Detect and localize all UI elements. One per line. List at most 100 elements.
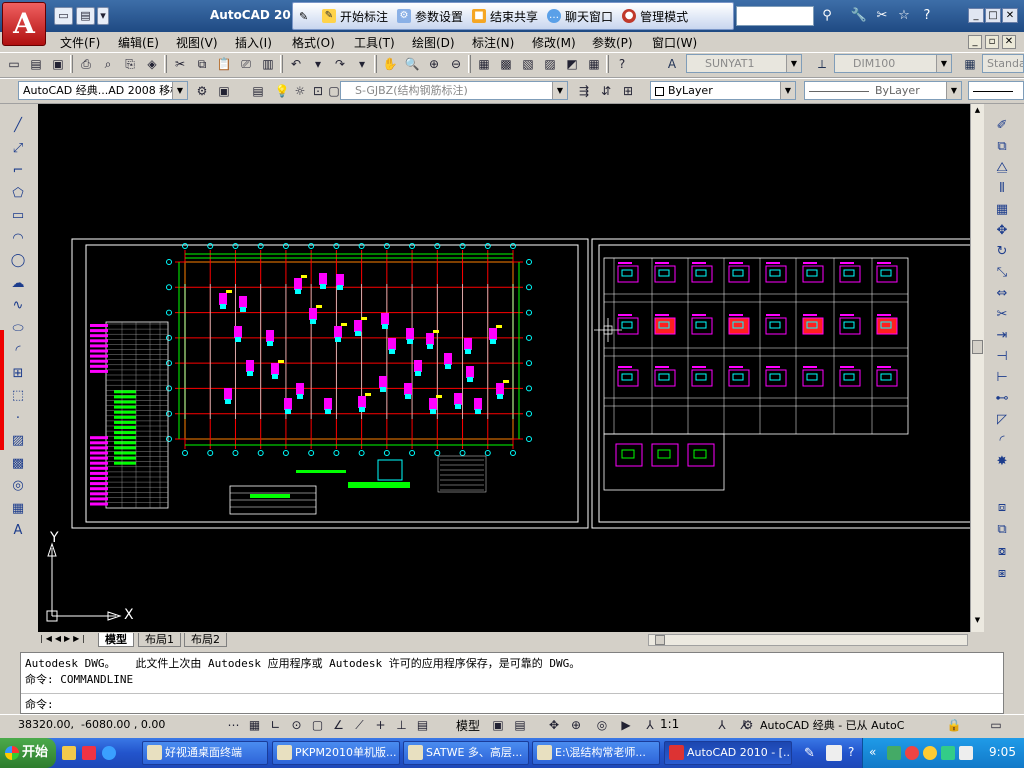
lineweight-combo[interactable] bbox=[968, 81, 1024, 100]
quick-view-icon[interactable]: ▤ bbox=[510, 715, 530, 735]
scale-icon[interactable]: ⤡ bbox=[992, 263, 1012, 283]
block-editor-icon[interactable]: ▥ bbox=[258, 54, 278, 74]
extend-icon[interactable]: ⇥ bbox=[992, 326, 1012, 346]
polar-icon[interactable]: ⊙ bbox=[287, 715, 306, 734]
scroll-up-icon[interactable]: ▲ bbox=[972, 106, 983, 118]
break-icon[interactable]: ⊢ bbox=[992, 368, 1012, 388]
hatch-icon[interactable]: ▨ bbox=[8, 431, 28, 451]
break-at-point-icon[interactable]: ⊣ bbox=[992, 347, 1012, 367]
chevron-down-icon[interactable]: ▼ bbox=[172, 82, 187, 99]
tray-icon[interactable] bbox=[941, 746, 955, 760]
workspace-settings-icon[interactable]: ⚙ bbox=[192, 81, 212, 101]
annotation-scale-icon[interactable]: ⅄ bbox=[640, 715, 660, 735]
layer-on-icon[interactable]: 💡 bbox=[272, 81, 292, 101]
plot-preview-icon[interactable]: ⌕ bbox=[98, 54, 118, 74]
dyn-icon[interactable]: + bbox=[371, 715, 390, 734]
properties-icon[interactable]: ▦ bbox=[474, 54, 494, 74]
tray-icon[interactable] bbox=[905, 746, 919, 760]
calculator-icon[interactable]: ▦ bbox=[584, 54, 604, 74]
save-icon[interactable]: ▣ bbox=[48, 54, 68, 74]
subscription-icon[interactable]: 🔧 bbox=[850, 7, 868, 25]
search-input[interactable] bbox=[736, 6, 814, 26]
sheet-set-icon[interactable]: ▨ bbox=[540, 54, 560, 74]
trim-icon[interactable]: ✂ bbox=[992, 305, 1012, 325]
menu-format[interactable]: 格式(O) bbox=[292, 34, 335, 51]
otrack-icon[interactable]: ∠ bbox=[329, 715, 348, 734]
tray-expand-icon[interactable]: « bbox=[869, 745, 876, 759]
chevron-down-icon[interactable]: ▼ bbox=[780, 82, 795, 99]
task-button[interactable]: E:\混结构常老师... bbox=[532, 741, 660, 765]
maximize-button[interactable]: □ bbox=[985, 8, 1001, 23]
linetype-combo[interactable]: ByLayer ▼ bbox=[804, 81, 962, 100]
fillet-icon[interactable]: ◜ bbox=[992, 431, 1012, 451]
task-button-active[interactable]: AutoCAD 2010 - [... bbox=[664, 741, 792, 765]
paste-icon[interactable]: 📋 bbox=[214, 54, 234, 74]
lock-icon[interactable]: 🔒 bbox=[944, 715, 964, 735]
favorites-icon[interactable]: ☆ bbox=[895, 7, 913, 25]
layer-previous-icon[interactable]: ⇵ bbox=[596, 81, 616, 101]
quicklaunch-icon[interactable] bbox=[62, 746, 76, 760]
table-icon[interactable]: ▦ bbox=[8, 499, 28, 519]
bring-above-icon[interactable]: ⧆ bbox=[992, 564, 1012, 584]
chevron-down-icon[interactable]: ▼ bbox=[552, 82, 567, 99]
ellipse-icon[interactable]: ⬭ bbox=[8, 319, 28, 339]
zoom-window-icon[interactable]: ⊕ bbox=[424, 54, 444, 74]
qa-dropdown-icon[interactable]: ▾ bbox=[97, 7, 109, 25]
help-tray-icon[interactable]: ? bbox=[848, 745, 854, 759]
annotation-visibility-icon[interactable]: ⅄ bbox=[712, 715, 732, 735]
menu-parametric[interactable]: 参数(P) bbox=[592, 34, 633, 51]
layer-state-icon[interactable]: ⊞ bbox=[618, 81, 638, 101]
zoom-realtime-icon[interactable]: 🔍 bbox=[402, 54, 422, 74]
publish-icon[interactable]: ⎘ bbox=[120, 54, 140, 74]
arc-icon[interactable]: ◠ bbox=[8, 229, 28, 249]
annotation-scale[interactable]: 1:1 bbox=[660, 717, 679, 731]
text-style-icon[interactable]: A bbox=[662, 54, 682, 74]
cut-icon[interactable]: ✂ bbox=[170, 54, 190, 74]
make-current-icon[interactable]: ⇶ bbox=[574, 81, 594, 101]
erase-icon[interactable]: ✐ bbox=[992, 116, 1012, 136]
revision-cloud-icon[interactable]: ☁ bbox=[8, 274, 28, 294]
spline-icon[interactable]: ∿ bbox=[8, 296, 28, 316]
copy-icon[interactable]: ⧉ bbox=[192, 54, 212, 74]
open-icon[interactable]: ▤ bbox=[26, 54, 46, 74]
dim-style-combo[interactable]: DIM100 ▼ bbox=[834, 54, 952, 73]
redo-dropdown-icon[interactable]: ▾ bbox=[352, 54, 372, 74]
menu-modify[interactable]: 修改(M) bbox=[532, 34, 576, 51]
stretch-icon[interactable]: ⇔ bbox=[992, 284, 1012, 304]
layer-freeze-icon[interactable]: ☼ bbox=[290, 81, 310, 101]
polyline-icon[interactable]: ⌐ bbox=[8, 161, 28, 181]
menu-insert[interactable]: 插入(I) bbox=[235, 34, 272, 51]
explode-icon[interactable]: ✸ bbox=[992, 452, 1012, 472]
make-block-icon[interactable]: ⬚ bbox=[8, 386, 28, 406]
pan-icon[interactable]: ✋ bbox=[380, 54, 400, 74]
task-button[interactable]: SATWE 多、高层... bbox=[403, 741, 529, 765]
rectangle-icon[interactable]: ▭ bbox=[8, 206, 28, 226]
plot-icon[interactable]: ⎙ bbox=[76, 54, 96, 74]
markup-icon[interactable]: ◩ bbox=[562, 54, 582, 74]
horizontal-scrollbar[interactable] bbox=[648, 634, 968, 646]
ie-icon[interactable] bbox=[102, 746, 116, 760]
collab-chat-button[interactable]: … 聊天窗口 bbox=[547, 8, 613, 25]
move-icon[interactable]: ✥ bbox=[992, 221, 1012, 241]
point-icon[interactable]: · bbox=[8, 409, 28, 429]
help-button-icon[interactable]: ? bbox=[612, 54, 632, 74]
drawing-canvas[interactable]: Y X bbox=[38, 104, 970, 632]
chevron-down-icon[interactable]: ▼ bbox=[936, 55, 951, 72]
workspace-switch[interactable]: AutoCAD 经典 - 已从 AutoC bbox=[760, 717, 940, 733]
qp-icon[interactable]: ▤ bbox=[413, 715, 432, 734]
customize-icon[interactable]: ▣ bbox=[214, 81, 234, 101]
zoom-previous-icon[interactable]: ⊖ bbox=[446, 54, 466, 74]
workspace-gear-icon[interactable]: ⚙ bbox=[738, 715, 758, 735]
scroll-thumb[interactable] bbox=[972, 340, 983, 354]
tray-icon[interactable] bbox=[887, 746, 901, 760]
command-prompt[interactable]: 命令: bbox=[25, 696, 54, 712]
clean-screen-icon[interactable]: ▭ bbox=[986, 715, 1006, 735]
text-style-combo[interactable]: SUNYAT1 ▼ bbox=[686, 54, 802, 73]
mtext-icon[interactable]: A bbox=[8, 521, 28, 541]
ellipse-arc-icon[interactable]: ◜ bbox=[8, 341, 28, 361]
doc-restore-button[interactable]: ▫ bbox=[985, 35, 999, 49]
volume-icon[interactable] bbox=[959, 746, 973, 760]
language-icon[interactable] bbox=[826, 745, 842, 761]
tab-nav-icons[interactable]: |◀◀▶▶| bbox=[40, 634, 88, 643]
construction-line-icon[interactable]: ⤢ bbox=[8, 139, 28, 159]
